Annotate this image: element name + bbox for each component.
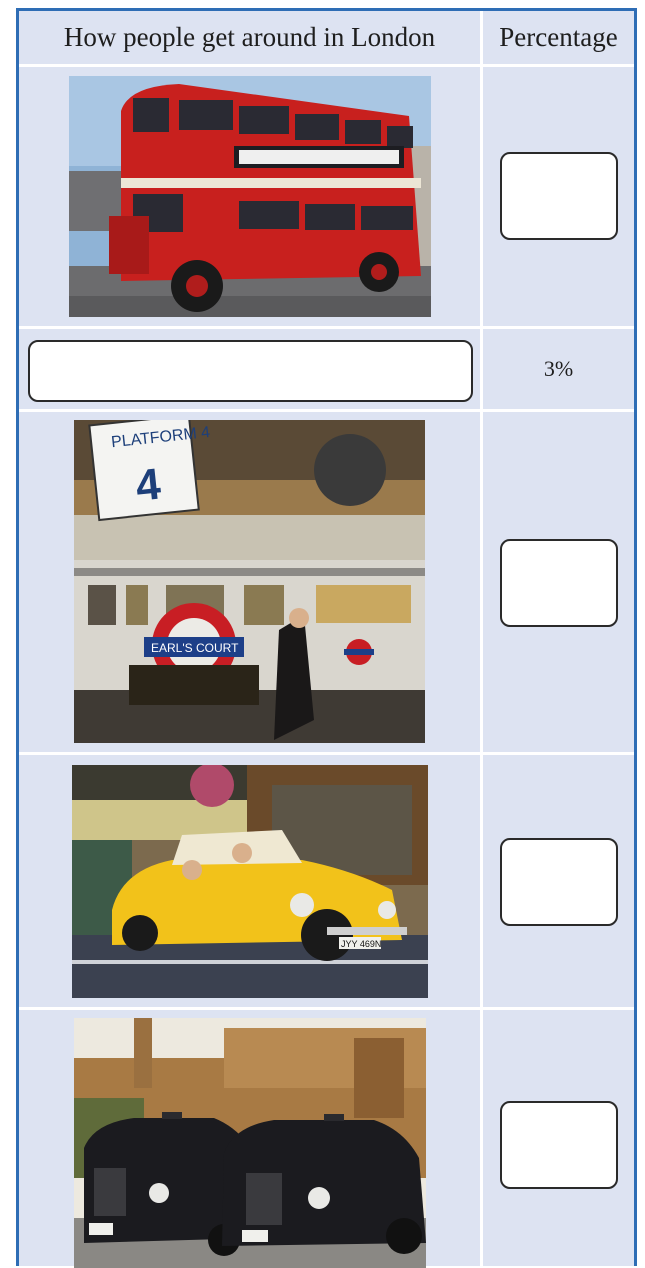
taxi-photo bbox=[74, 1018, 426, 1268]
car-photo: JYY 469N bbox=[72, 765, 428, 998]
percentage-cell-underground bbox=[483, 412, 634, 752]
underground-photo: PLATFORM 4 4 EARL'S COURT bbox=[74, 420, 425, 743]
transport-cell-underground: PLATFORM 4 4 EARL'S COURT bbox=[19, 412, 480, 752]
header-transport: How people get around in London bbox=[19, 11, 480, 64]
header-percentage-label: Percentage bbox=[499, 22, 618, 52]
transport-cell-blank bbox=[19, 329, 480, 409]
percentage-cell-taxi bbox=[483, 1010, 634, 1266]
percentage-input-car[interactable] bbox=[500, 838, 618, 926]
transport-label-input[interactable] bbox=[28, 340, 473, 402]
percentage-input-taxi[interactable] bbox=[500, 1101, 618, 1189]
station-name-text: EARL'S COURT bbox=[151, 641, 239, 655]
car-plate-text: JYY 469N bbox=[341, 939, 381, 949]
header-transport-label: How people get around in London bbox=[63, 22, 436, 52]
percentage-cell-car bbox=[483, 755, 634, 1007]
london-transport-table: How people get around in London Percenta… bbox=[16, 8, 637, 1268]
percentage-input-underground[interactable] bbox=[500, 539, 618, 627]
header-percentage: Percentage bbox=[483, 11, 634, 64]
transport-cell-taxi bbox=[19, 1010, 480, 1268]
percentage-cell-bus bbox=[483, 67, 634, 326]
transport-cell-bus bbox=[19, 67, 480, 326]
percentage-value-3pct: 3% bbox=[543, 356, 574, 381]
bus-photo bbox=[69, 76, 431, 317]
transport-cell-car: JYY 469N bbox=[19, 755, 480, 1007]
percentage-cell-3pct: 3% bbox=[483, 329, 634, 409]
percentage-input-bus[interactable] bbox=[500, 152, 618, 240]
